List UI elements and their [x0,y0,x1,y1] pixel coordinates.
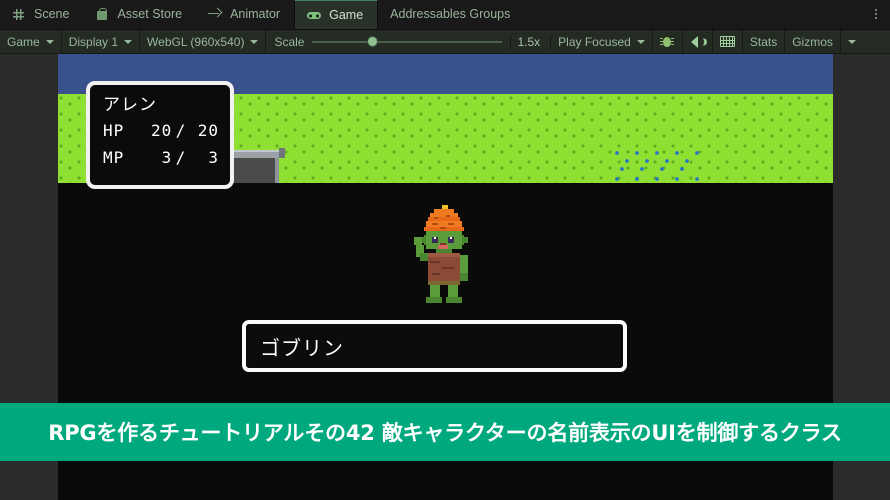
tab-game-label: Game [329,8,364,22]
grid-stats-button[interactable] [713,29,743,54]
bug-icon [660,35,675,48]
mp-row: MP 3 / 3 [103,144,219,171]
hp-label: HP [103,121,125,140]
tutorial-banner: RPGを作るチュートリアルその42 敵キャラクターの名前表示のUIを制御するクラ… [0,403,890,461]
scale-label: Scale [274,34,305,49]
structure-wall [227,158,279,184]
editor-tab-bar: Scene Asset Store Animator Game Addressa… [0,0,890,30]
grid-stats-icon [719,36,735,47]
player-status-panel: アレン HP 20 / 20 MP 3 / 3 [86,81,234,189]
tab-scene[interactable]: Scene [0,0,83,29]
mp-current: 3 [161,148,173,167]
gizmos-caret[interactable] [841,30,863,54]
debug-button[interactable] [653,29,683,54]
chevron-down-icon [636,39,645,44]
enemy-name-text: ゴブリン [260,335,344,360]
mp-separator: / [175,148,187,167]
mute-audio-button[interactable] [683,29,713,54]
game-view-toolbar: Game Display 1 WebGL (960x540) Scale 1.5… [0,29,890,54]
hp-max: 20 [197,121,219,140]
scale-slider[interactable] [312,35,503,49]
grid-icon [12,8,27,21]
animator-arrow-icon [208,8,223,21]
chevron-down-icon [847,39,856,44]
scale-slider-track [312,40,503,43]
flower-patch [613,149,699,181]
goblin-sprite [410,205,478,303]
tab-addressables-groups[interactable]: Addressables Groups [378,0,524,29]
shopping-bag-icon [95,7,110,21]
hp-row: HP 20 / 20 [103,117,219,144]
gamepad-icon [307,9,322,22]
chevron-down-icon [45,39,54,44]
tutorial-banner-text: RPGを作るチュートリアルその42 敵キャラクターの名前表示のUIを制御するクラ… [48,421,842,445]
enemy-name-box: ゴブリン [242,320,627,372]
scale-control[interactable]: Scale [266,34,512,49]
speaker-icon [690,35,705,48]
scale-value: 1.5x [511,34,552,49]
tab-animator-label: Animator [230,7,281,21]
tab-scene-label: Scene [34,7,70,21]
kebab-menu-icon[interactable] [866,0,886,29]
hp-current: 20 [150,121,173,140]
display-label: Display 1 [68,34,119,49]
tab-addressables-groups-label: Addressables Groups [390,7,511,21]
resolution-dropdown[interactable]: WebGL (960x540) [140,29,267,54]
structure-peak [279,148,285,158]
hp-separator: / [175,121,187,140]
tab-animator[interactable]: Animator [196,0,294,29]
chevron-down-icon [124,39,133,44]
tab-game[interactable]: Game [294,0,379,29]
mp-label: MP [103,148,125,167]
goblin-svg [414,205,468,303]
mp-max: 3 [208,148,219,167]
tab-asset-store-label: Asset Store [117,7,183,21]
tab-asset-store[interactable]: Asset Store [83,0,196,29]
play-mode-dropdown[interactable]: Play Focused [551,29,653,54]
resolution-label: WebGL (960x540) [147,34,245,49]
play-mode-label: Play Focused [558,34,631,49]
gizmos-label: Gizmos [792,34,833,49]
unity-editor-window: Scene Asset Store Animator Game Addressa… [0,0,890,500]
gizmos-dropdown[interactable]: Gizmos [785,29,841,54]
stats-button[interactable]: Stats [743,29,786,54]
chevron-down-icon [250,39,259,44]
view-mode-dropdown[interactable]: Game [0,29,62,54]
stats-label: Stats [749,34,778,49]
player-name: アレン [103,95,157,115]
display-dropdown[interactable]: Display 1 [62,29,141,54]
view-mode-label: Game [7,34,40,49]
scale-slider-knob[interactable] [367,36,379,47]
